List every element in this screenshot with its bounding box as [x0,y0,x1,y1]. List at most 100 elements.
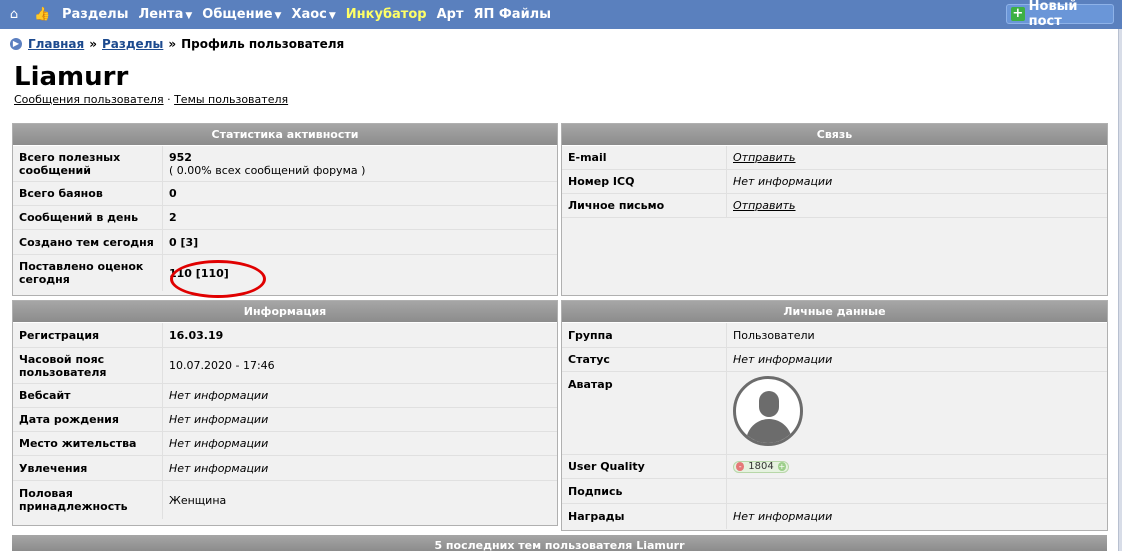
personal-row: Группа Пользователи [562,323,1107,348]
contact-row: Номер ICQ Нет информации [562,170,1107,194]
nav-item-sections[interactable]: Разделы [62,7,128,22]
user-links: Сообщения пользователя · Темы пользовате… [14,93,288,106]
info-row: Половая принадлежность Женщина [13,481,557,519]
info-row: Регистрация 16.03.19 [13,323,557,348]
chevron-down-icon: ▼ [185,11,193,21]
stats-row: Всего баянов 0 [13,182,557,206]
info-label: Увлечения [13,456,163,480]
breadcrumb-separator: » [89,37,97,51]
personal-label: Аватар [562,372,727,454]
contact-label: Номер ICQ [562,170,727,193]
info-label: Половая принадлежность [13,481,163,519]
breadcrumb-sections-link[interactable]: Разделы [102,37,163,51]
personal-panel-title: Личные данные [562,301,1107,323]
info-label: Часовой пояс пользователя [13,348,163,383]
personal-panel: Личные данные Группа Пользователи Статус… [561,300,1108,531]
info-row: Вебсайт Нет информации [13,384,557,408]
personal-value [727,479,739,503]
stats-value: 952 ( 0.00% всех сообщений форума ) [163,146,371,181]
contact-panel: Связь E-mail Отправить Номер ICQ Нет инф… [561,123,1108,296]
minus-button[interactable]: - [736,462,745,471]
stats-panel-title: Статистика активности [13,124,557,146]
contact-label: E-mail [562,146,727,169]
thumbs-up-icon[interactable]: 👍 [34,7,50,22]
info-row: Дата рождения Нет информации [13,408,557,432]
scrollbar[interactable] [1118,29,1122,551]
chevron-down-icon: ▼ [274,11,282,21]
stats-panel: Статистика активности Всего полезных соо… [12,123,558,296]
info-value: Нет информации [169,413,269,426]
nav-item-feed[interactable]: Лента ▼ [138,7,192,22]
new-post-button[interactable]: + Новый пост [1006,0,1114,29]
nav-item-label: Инкубатор [345,7,427,22]
contact-value: Нет информации [733,175,833,188]
nav-item-label: Хаос [291,7,327,22]
stats-label: Создано тем сегодня [13,230,163,254]
personal-value: Пользователи [733,328,815,342]
stats-value: 0 [169,187,177,200]
breadcrumb-separator: » [168,37,177,51]
email-send-link[interactable]: Отправить [733,151,796,164]
personal-label: Группа [562,323,727,347]
nav-item-label: Общение [202,7,273,22]
user-topics-link[interactable]: Темы пользователя [174,93,288,106]
red-highlight-circle [170,260,266,298]
recent-topics-header: 5 последних тем пользователя Liamurr [12,535,1107,551]
breadcrumb-current: Профиль пользователя [181,37,345,51]
personal-row: Статус Нет информации [562,348,1107,372]
info-panel-title: Информация [13,301,557,323]
user-quality-value: 1804 [748,461,774,472]
contact-row: Личное письмо Отправить [562,194,1107,218]
breadcrumb-home-link[interactable]: Главная [28,37,84,51]
contact-value: Отправить [727,146,802,169]
chevron-down-icon: ▼ [328,11,336,21]
nav-item-chaos[interactable]: Хаос ▼ [291,7,335,22]
arrow-circle-icon: ▶ [10,38,22,50]
stats-row: Всего полезных сообщений 952 ( 0.00% все… [13,146,557,182]
contact-label: Личное письмо [562,194,727,217]
nav-item-incubator[interactable]: Инкубатор [346,7,427,22]
plus-icon: + [1011,6,1025,21]
nav-item-communication[interactable]: Общение ▼ [202,7,281,22]
user-quality-badge: - 1804 + [733,460,789,473]
personal-label: User Quality [562,455,727,478]
personal-label: Награды [562,504,727,529]
info-row: Увлечения Нет информации [13,456,557,481]
personal-row: Аватар [562,372,1107,455]
info-row: Место жительства Нет информации [13,432,557,456]
personal-row: Подпись [562,479,1107,504]
personal-value: Нет информации [733,353,833,366]
personal-row: User Quality - 1804 + [562,455,1107,479]
personal-row: Награды Нет информации [562,504,1107,529]
info-value: Женщина [169,493,227,507]
home-icon[interactable]: ⌂ [8,7,20,22]
contact-row: E-mail Отправить [562,146,1107,170]
stats-label: Всего баянов [13,182,163,205]
pm-send-link[interactable]: Отправить [733,199,796,212]
useful-posts-percent: ( 0.00% всех сообщений форума ) [169,163,366,177]
personal-label: Подпись [562,479,727,503]
stats-value: 2 [169,211,177,224]
page-title: Liamurr [14,62,129,92]
plus-button[interactable]: + [777,462,786,471]
nav-item-label: Разделы [62,7,129,22]
info-label: Дата рождения [13,408,163,431]
useful-posts-count: 952 [169,150,192,164]
nav-item-art[interactable]: Арт [437,7,464,22]
personal-value: - 1804 + [727,455,795,478]
nav-item-files[interactable]: ЯП Файлы [473,7,550,22]
info-label: Вебсайт [13,384,163,407]
info-row: Часовой пояс пользователя 10.07.2020 - 1… [13,348,557,384]
info-value: Нет информации [169,389,269,402]
avatar [733,376,803,446]
stats-row: Создано тем сегодня 0 [3] [13,230,557,255]
user-messages-link[interactable]: Сообщения пользователя [14,93,164,106]
stats-label: Сообщений в день [13,206,163,229]
info-value: 16.03.19 [169,328,224,342]
stats-value: 0 [3] [169,235,199,249]
info-value: 10.07.2020 - 17:46 [169,359,275,372]
info-panel: Информация Регистрация 16.03.19 Часовой … [12,300,558,526]
stats-row: Сообщений в день 2 [13,206,557,230]
avatar-body [746,419,792,443]
stats-label: Поставлено оценок сегодня [13,255,163,291]
